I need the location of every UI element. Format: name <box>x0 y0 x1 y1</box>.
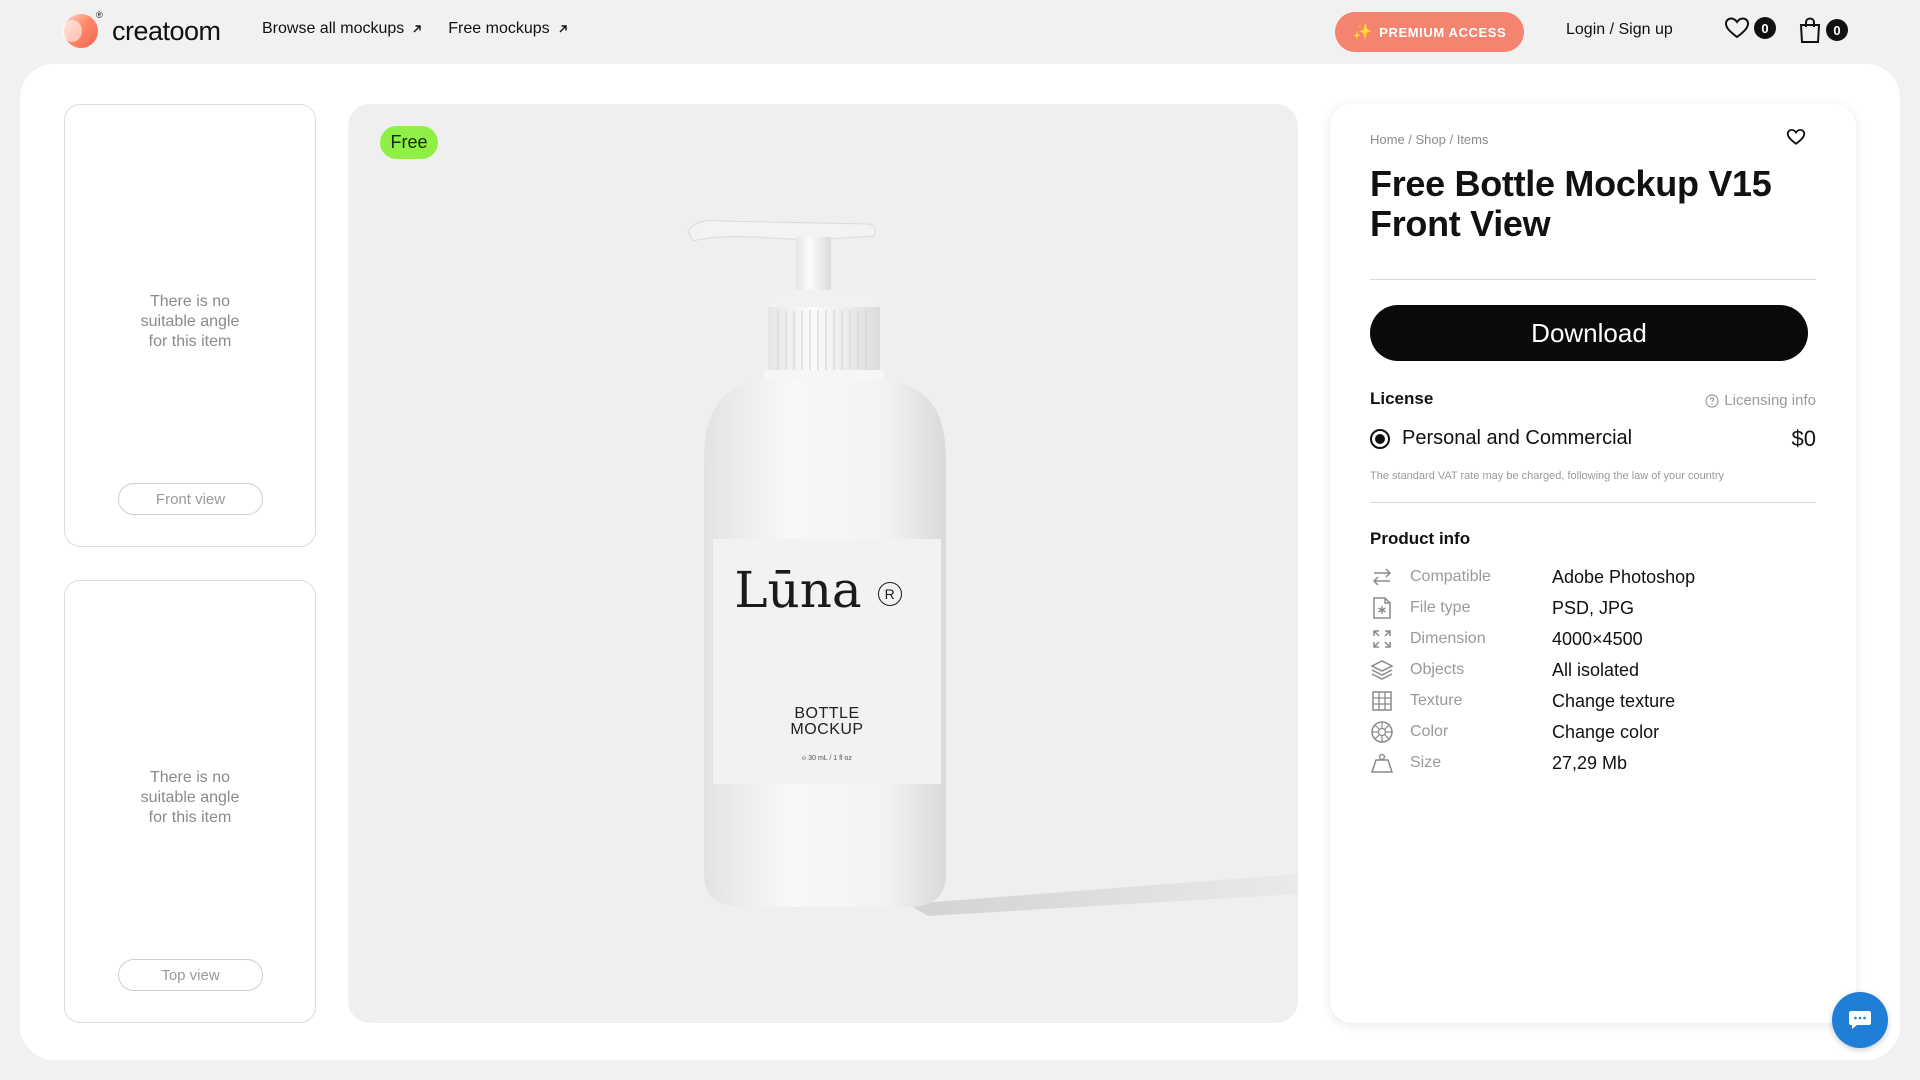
brand-name: creatoom <box>112 15 221 46</box>
divider <box>1370 279 1816 280</box>
info-key: Color <box>1410 723 1449 740</box>
label-reg-mark: R <box>877 582 902 606</box>
heart-icon <box>1724 17 1750 39</box>
premium-label: PREMIUM ACCESS <box>1379 24 1507 40</box>
info-row-color: Color Change color <box>1370 720 1816 744</box>
licensing-info-label: Licensing info <box>1724 392 1816 409</box>
message-line: suitable angle <box>140 789 240 806</box>
top-view-button[interactable]: Top view <box>118 959 263 991</box>
message-line: for this item <box>148 809 232 826</box>
vat-note: The standard VAT rate may be charged, fo… <box>1370 470 1725 482</box>
product-title: Free Bottle Mockup V15 Front View <box>1370 163 1772 244</box>
login-signup-link[interactable]: Login / Sign up <box>1566 21 1673 39</box>
breadcrumb[interactable]: Home / Shop / Items <box>1370 132 1489 147</box>
logo-registered-mark: ® <box>96 10 103 20</box>
cart-button[interactable]: 0 <box>1798 16 1848 44</box>
no-angle-message: There is no suitable angle for this item <box>65 292 315 352</box>
premium-access-button[interactable]: ✨ PREMIUM ACCESS <box>1335 12 1524 52</box>
file-icon <box>1370 596 1394 620</box>
info-value: 4000×4500 <box>1552 628 1643 649</box>
help-circle-icon <box>1705 393 1719 408</box>
mockup-preview[interactable]: Free Lūna R BOTTLE MOCKUP ℮ 30 mL / 1 fl… <box>348 104 1298 1023</box>
price: $0 <box>1791 426 1816 451</box>
info-row-compatible: Compatible Adobe Photoshop <box>1370 565 1816 589</box>
label-volume: ℮ 30 mL / 1 fl oz <box>802 755 852 762</box>
nav-label: Browse all mockups <box>262 20 405 37</box>
top-header: ® creatoom Browse all mockups Free mocku… <box>0 0 1920 62</box>
info-key: Size <box>1410 754 1442 771</box>
license-option-label: Personal and Commercial <box>1402 427 1633 449</box>
info-key: Dimension <box>1410 630 1486 647</box>
sparkle-icon: ✨ <box>1352 24 1374 41</box>
arrow-up-right-icon <box>413 25 421 33</box>
label-line2: MOCKUP <box>790 721 864 738</box>
thumbnail-top-view[interactable]: There is no suitable angle for this item… <box>64 580 316 1023</box>
info-row-objects: Objects All isolated <box>1370 658 1816 682</box>
layers-icon <box>1370 658 1394 682</box>
swap-arrows-icon <box>1370 565 1394 589</box>
live-chat-button[interactable] <box>1832 992 1888 1048</box>
message-line: for this item <box>148 333 232 350</box>
license-heading: License <box>1370 389 1434 408</box>
label-brand-name: Lūna R <box>713 561 923 619</box>
radio-selected-dot <box>1375 433 1385 444</box>
color-wheel-icon <box>1370 720 1394 744</box>
info-row-file-type: File type PSD, JPG <box>1370 596 1816 620</box>
add-to-wishlist-button[interactable] <box>1786 128 1806 151</box>
divider <box>1370 502 1816 503</box>
front-view-button[interactable]: Front view <box>118 483 263 515</box>
grid-icon <box>1370 689 1394 713</box>
license-radio[interactable] <box>1370 428 1390 449</box>
info-row-texture: Texture Change texture <box>1370 689 1816 713</box>
product-details-panel: Home / Shop / Items Free Bottle Mockup V… <box>1330 104 1856 1023</box>
cart-count-badge: 0 <box>1826 19 1848 41</box>
nav-label: Free mockups <box>448 20 550 37</box>
nav-browse-all-mockups[interactable]: Browse all mockups <box>262 20 422 38</box>
license-option-personal-commercial[interactable]: Personal and Commercial $0 <box>1370 426 1816 451</box>
heart-icon <box>1786 128 1806 145</box>
licensing-info-link[interactable]: Licensing info <box>1705 392 1816 409</box>
info-row-dimension: Dimension 4000×4500 <box>1370 627 1816 651</box>
logo-icon <box>62 14 98 48</box>
label-brand-text: Lūna <box>734 561 862 619</box>
arrow-up-right-icon <box>559 25 567 33</box>
info-key: Compatible <box>1410 568 1491 585</box>
message-line: There is no <box>149 293 231 310</box>
main-nav: Browse all mockups Free mockups <box>262 20 568 38</box>
weight-icon <box>1370 751 1394 775</box>
message-line: There is no <box>149 769 231 786</box>
info-value: Change texture <box>1552 690 1676 711</box>
info-value: Adobe Photoshop <box>1552 566 1696 587</box>
nav-free-mockups[interactable]: Free mockups <box>448 20 567 38</box>
info-key: File type <box>1410 599 1471 616</box>
shopping-bag-icon <box>1799 17 1821 43</box>
brand-logo[interactable]: ® creatoom <box>62 10 221 48</box>
product-card: There is no suitable angle for this item… <box>20 64 1900 1060</box>
expand-icon <box>1370 627 1394 651</box>
info-value: All isolated <box>1552 659 1640 680</box>
info-value: Change color <box>1552 721 1660 742</box>
info-value: 27,29 Mb <box>1552 752 1628 773</box>
info-value: PSD, JPG <box>1552 597 1635 618</box>
no-angle-message: There is no suitable angle for this item <box>65 768 315 828</box>
info-key: Texture <box>1410 692 1463 709</box>
wishlist-button[interactable]: 0 <box>1724 16 1776 40</box>
product-label-art: Lūna R BOTTLE MOCKUP ℮ 30 mL / 1 fl oz <box>713 539 941 784</box>
thumbnail-front-view[interactable]: There is no suitable angle for this item… <box>64 104 316 547</box>
download-button[interactable]: Download <box>1370 305 1808 361</box>
chat-icon <box>1849 1011 1871 1029</box>
product-info-heading: Product info <box>1370 529 1471 548</box>
info-key: Objects <box>1410 661 1465 678</box>
message-line: suitable angle <box>140 313 240 330</box>
info-row-size: Size 27,29 Mb <box>1370 751 1816 775</box>
wishlist-count-badge: 0 <box>1754 17 1776 39</box>
